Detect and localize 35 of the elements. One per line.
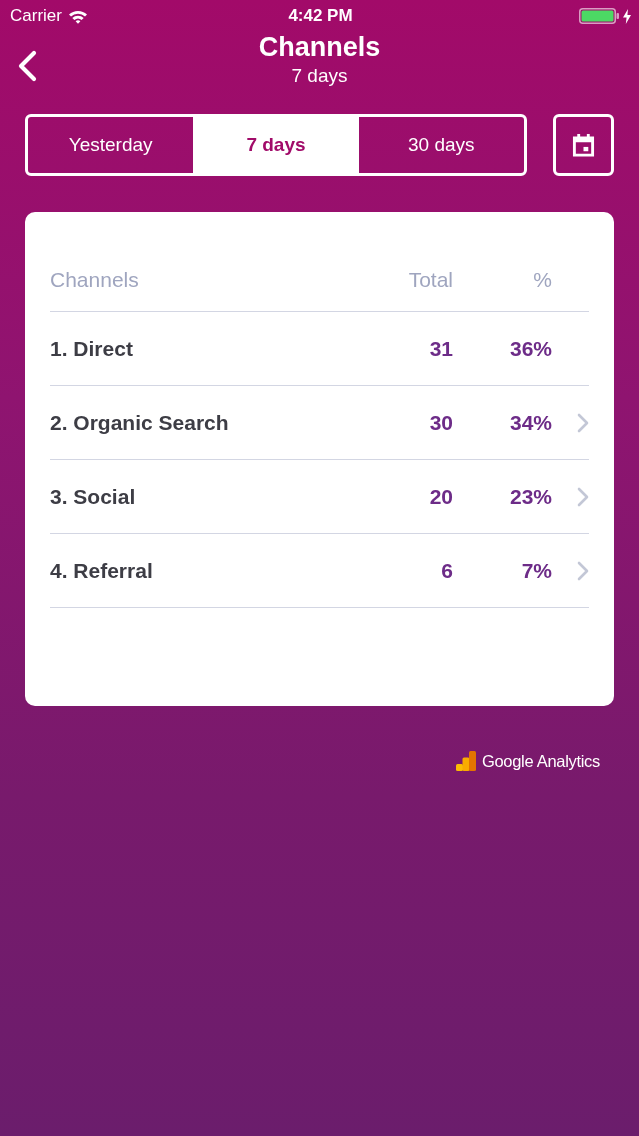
chevron-icon bbox=[577, 560, 589, 581]
period-tab[interactable]: 30 days bbox=[358, 117, 524, 173]
calendar-button[interactable] bbox=[553, 114, 614, 176]
wifi-icon bbox=[67, 8, 88, 24]
chevron-icon bbox=[577, 486, 589, 507]
bar-chart-logo-icon bbox=[455, 751, 476, 771]
chevron-icon bbox=[577, 412, 589, 433]
clock-time: 4:42 PM bbox=[288, 6, 353, 26]
total-value: 20 bbox=[428, 483, 453, 510]
screen-title: Channels bbox=[258, 32, 381, 63]
screen-subtitle: 7 days bbox=[291, 64, 348, 88]
period-tab[interactable]: Yesterday bbox=[28, 117, 194, 173]
percent-value: 23% bbox=[508, 483, 552, 510]
total-value: 31 bbox=[428, 335, 453, 362]
total-value: 30 bbox=[428, 409, 453, 436]
brand-name: Google Analytics bbox=[481, 751, 600, 772]
channel-row[interactable]: 2. Organic Search 30 34% bbox=[50, 386, 589, 460]
channel-name: 4. Referral bbox=[50, 557, 154, 584]
column-header: Total bbox=[407, 267, 453, 293]
calendar-icon bbox=[572, 133, 595, 157]
column-header: % bbox=[532, 267, 552, 293]
channel-name: 3. Social bbox=[50, 483, 137, 510]
channel-row[interactable]: 4. Referral 6 7% bbox=[50, 534, 589, 608]
total-value: 6 bbox=[440, 557, 453, 584]
period-tab[interactable]: 7 days bbox=[193, 117, 359, 173]
battery-icon bbox=[579, 8, 619, 24]
channel-name: 2. Organic Search bbox=[50, 409, 230, 436]
percent-value: 36% bbox=[508, 335, 552, 362]
back-chevron-icon bbox=[16, 50, 38, 82]
channel-row[interactable]: 3. Social 20 23% bbox=[50, 460, 589, 534]
channel-name: 1. Direct bbox=[50, 335, 134, 362]
percent-value: 7% bbox=[520, 557, 552, 584]
carrier-name: Carrier bbox=[10, 6, 62, 26]
percent-value: 34% bbox=[508, 409, 552, 436]
column-header: Channels bbox=[50, 267, 140, 293]
